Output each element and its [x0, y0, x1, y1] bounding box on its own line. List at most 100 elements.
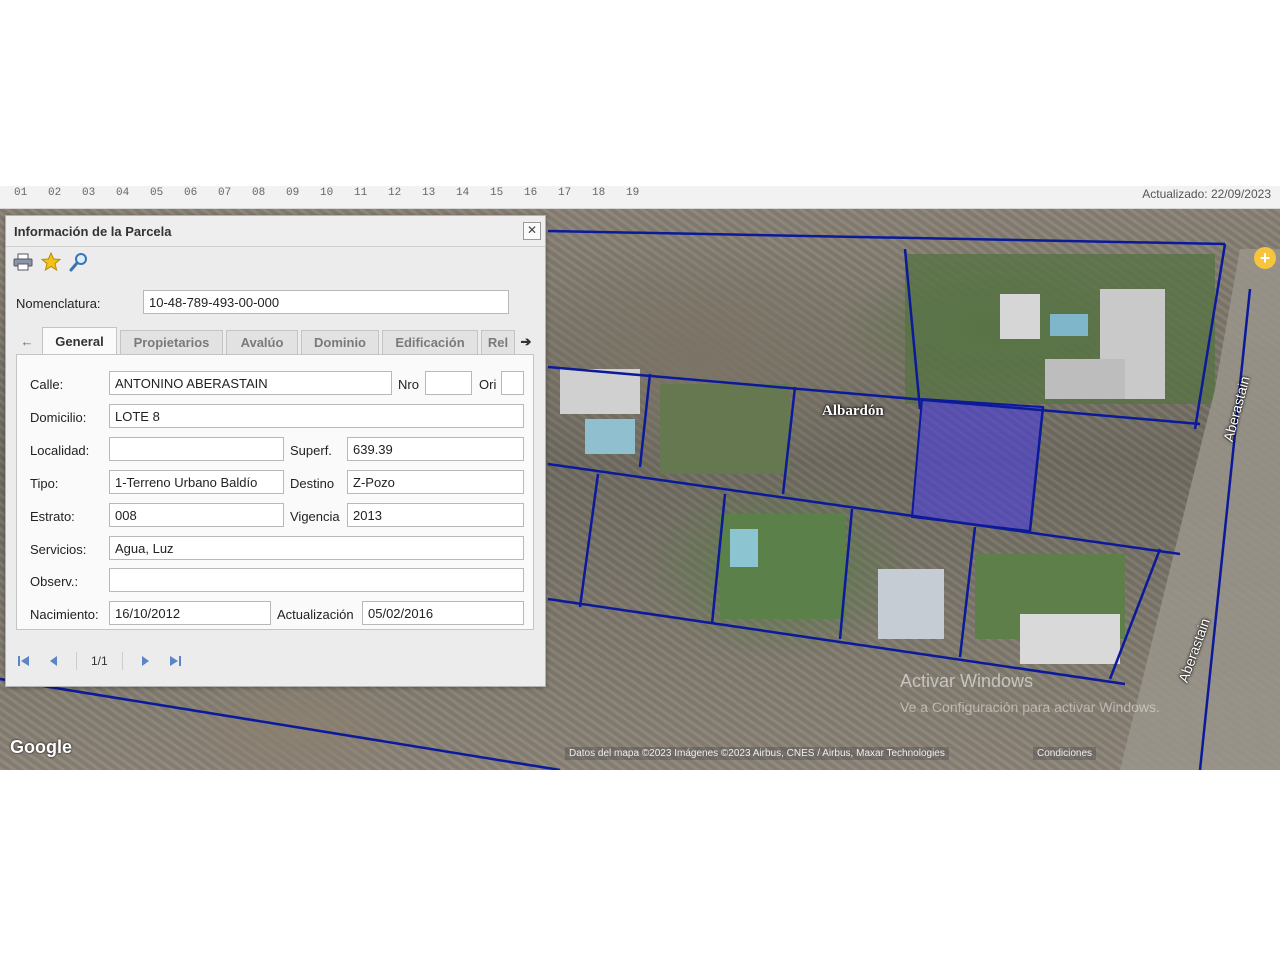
destino-label: Destino [290, 476, 335, 491]
building-roof [1000, 294, 1040, 339]
favorite-button[interactable] [40, 251, 62, 273]
superf-field[interactable]: 639.39 [347, 437, 524, 461]
tab-bar: ← General Propietarios Avalúo Dominio Ed… [16, 327, 534, 354]
domicilio-field[interactable]: LOTE 8 [109, 404, 524, 428]
column-ruler: 01 02 03 04 05 06 07 08 09 10 11 12 13 1… [14, 187, 660, 199]
previous-page-icon [50, 656, 57, 666]
ruler-mark: 15 [490, 187, 504, 199]
record-pager: 1/1 [16, 646, 183, 676]
ruler-mark: 02 [48, 187, 62, 199]
tab-avaluo[interactable]: Avalúo [226, 330, 298, 354]
locality-label-albardon: Albardón [822, 403, 884, 419]
nro-label: Nro [398, 377, 419, 392]
selected-parcel[interactable] [910, 397, 1045, 533]
building-roof [1045, 359, 1125, 399]
close-button[interactable]: ✕ [523, 222, 541, 240]
nomenclatura-field[interactable]: 10-48-789-493-00-000 [143, 290, 509, 314]
map-conditions-link[interactable]: Condiciones [1033, 747, 1097, 760]
next-page-icon [141, 656, 149, 666]
ruler-mark: 04 [116, 187, 130, 199]
ori-field[interactable] [501, 371, 524, 395]
localidad-label: Localidad: [30, 443, 90, 458]
destino-field[interactable]: Z-Pozo [347, 470, 524, 494]
observ-label: Observ.: [30, 574, 79, 589]
tipo-label: Tipo: [30, 476, 59, 491]
ruler-mark: 11 [354, 187, 368, 199]
ruler-mark: 14 [456, 187, 470, 199]
tab-edificacion[interactable]: Edificación [382, 330, 478, 354]
close-icon: ✕ [526, 223, 538, 237]
ruler-mark: 01 [14, 187, 28, 199]
estrato-label: Estrato: [30, 509, 75, 524]
calle-field[interactable]: ANTONINO ABERASTAIN [109, 371, 392, 395]
observ-field[interactable] [109, 568, 524, 592]
pool [730, 529, 758, 567]
ruler-mark: 16 [524, 187, 538, 199]
tab-rel[interactable]: Rel [481, 330, 515, 354]
pool [1050, 314, 1088, 336]
previous-page-button[interactable] [46, 653, 62, 669]
ruler-mark: 17 [558, 187, 572, 199]
servicios-label: Servicios: [30, 542, 87, 557]
first-page-icon [18, 656, 29, 666]
magnifier-icon [69, 253, 87, 272]
ruler-mark: 09 [286, 187, 300, 199]
panel-title: Información de la Parcela [14, 224, 172, 239]
ruler-mark: 18 [592, 187, 606, 199]
nro-field[interactable] [425, 371, 472, 395]
panel-header: Información de la Parcela ✕ [6, 216, 545, 247]
actualizacion-field[interactable]: 05/02/2016 [362, 601, 524, 625]
estrato-field[interactable]: 008 [109, 503, 284, 527]
building-roof [878, 569, 944, 639]
pager-separator [76, 652, 77, 670]
panel-toolbar [12, 250, 90, 274]
nacimiento-field[interactable]: 16/10/2012 [109, 601, 271, 625]
ruler-mark: 10 [320, 187, 334, 199]
superf-label: Superf. [290, 443, 332, 458]
actualizacion-label: Actualización [277, 607, 354, 622]
pool [585, 419, 635, 454]
ruler-mark: 06 [184, 187, 198, 199]
nacimiento-label: Nacimiento: [30, 607, 99, 622]
ori-label: Ori [479, 377, 497, 392]
localidad-field[interactable] [109, 437, 284, 461]
parcel-info-panel: Información de la Parcela ✕ Nomenclatura… [5, 215, 546, 687]
pager-separator [121, 652, 123, 670]
ruler-mark: 12 [388, 187, 402, 199]
arrow-right-icon: ➔ [520, 334, 532, 349]
star-icon [41, 252, 61, 272]
page-indicator: 1/1 [91, 654, 108, 668]
zoom-to-parcel-button[interactable] [68, 251, 90, 273]
windows-watermark-title: Activar Windows [900, 671, 1034, 691]
building-roof [560, 369, 640, 414]
last-updated-text: Actualizado: 22/09/2023 [1142, 187, 1271, 201]
vigencia-field[interactable]: 2013 [347, 503, 524, 527]
top-bar: 01 02 03 04 05 06 07 08 09 10 11 12 13 1… [0, 186, 1280, 209]
domicilio-label: Domicilio: [30, 410, 87, 425]
tab-propietarios[interactable]: Propietarios [120, 330, 223, 354]
first-page-button[interactable] [16, 653, 32, 669]
ruler-mark: 08 [252, 187, 266, 199]
last-page-icon [169, 656, 181, 666]
calle-label: Calle: [30, 377, 64, 392]
nomenclatura-label: Nomenclatura: [16, 296, 101, 311]
lawn-area [660, 384, 790, 474]
google-logo: Google [10, 737, 72, 757]
arrow-left-icon: ← [20, 334, 34, 349]
printer-icon [13, 253, 33, 271]
building-roof [1020, 614, 1120, 664]
tab-scroll-right-button[interactable]: ➔ [515, 330, 537, 354]
tab-scroll-left-button[interactable]: ← [16, 330, 38, 354]
add-icon[interactable]: + [1254, 247, 1276, 269]
tab-general[interactable]: General [42, 327, 117, 354]
next-page-button[interactable] [137, 653, 153, 669]
windows-watermark-subtitle: Ve a Configuración para activar Windows. [900, 699, 1160, 715]
tab-dominio[interactable]: Dominio [301, 330, 379, 354]
last-page-button[interactable] [167, 653, 183, 669]
map-attribution: Datos del mapa ©2023 Imágenes ©2023 Airb… [565, 747, 949, 760]
ruler-mark: 05 [150, 187, 164, 199]
tipo-field[interactable]: 1-Terreno Urbano Baldío [109, 470, 284, 494]
print-button[interactable] [12, 251, 34, 273]
vigencia-label: Vigencia [290, 509, 340, 524]
servicios-field[interactable]: Agua, Luz [109, 536, 524, 560]
